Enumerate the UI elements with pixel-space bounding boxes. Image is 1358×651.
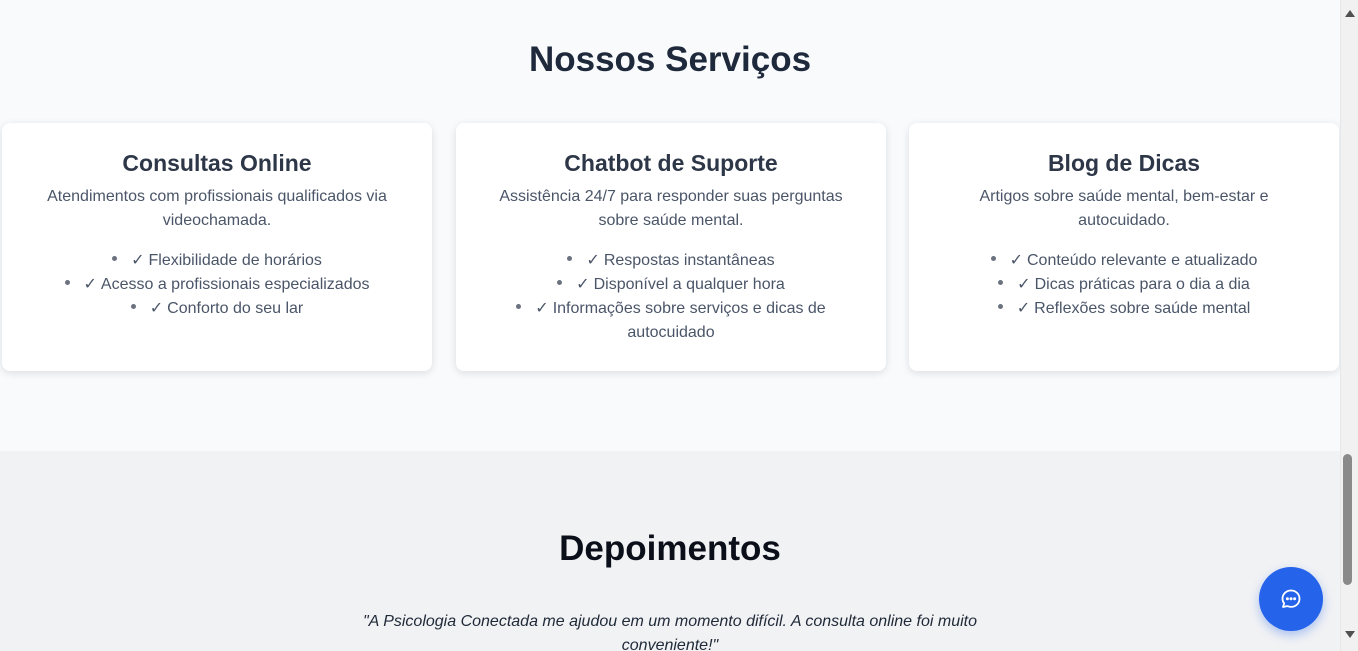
service-feature-item: ✓ Conforto do seu lar bbox=[38, 297, 396, 321]
check-icon: ✓ bbox=[131, 252, 145, 269]
check-icon: ✓ bbox=[586, 252, 600, 269]
service-card-description: Atendimentos com profissionais qualifica… bbox=[47, 188, 387, 229]
check-icon: ✓ bbox=[1017, 276, 1031, 293]
service-feature-item: ✓ Flexibilidade de horários bbox=[38, 249, 396, 273]
bullet-icon bbox=[998, 280, 1004, 286]
check-icon: ✓ bbox=[1016, 300, 1031, 317]
bullet-icon bbox=[997, 304, 1003, 310]
bullet-icon bbox=[130, 304, 136, 310]
bullet-icon bbox=[112, 256, 118, 262]
check-icon: ✓ bbox=[535, 300, 549, 317]
chat-button[interactable] bbox=[1259, 567, 1323, 631]
bullet-icon bbox=[557, 280, 563, 286]
bullet-icon bbox=[990, 256, 996, 262]
testimonial-quote: "A Psicologia Conectada me ajudou em um … bbox=[363, 613, 977, 651]
service-feature-item: ✓ Respostas instantâneas bbox=[492, 249, 850, 273]
bullet-icon bbox=[64, 280, 70, 286]
testimonials-title: Depoimentos bbox=[559, 529, 781, 568]
service-feature-list: ✓ Flexibilidade de horários ✓ Acesso a pro… bbox=[38, 249, 396, 321]
scroll-down-arrow-icon[interactable] bbox=[1345, 631, 1355, 638]
testimonials-section: Depoimentos "A Psicologia Conectada me a… bbox=[0, 451, 1340, 651]
service-feature-item: ✓ Reflexões sobre saúde mental bbox=[945, 297, 1303, 321]
bullet-icon bbox=[516, 304, 522, 310]
scrollbar-thumb[interactable] bbox=[1343, 454, 1352, 585]
page-viewport: Nossos Serviços Consultas Online Atendim… bbox=[0, 0, 1340, 651]
service-card-title: Consultas Online bbox=[122, 150, 312, 176]
service-card-title: Blog de Dicas bbox=[1047, 150, 1201, 176]
services-section: Nossos Serviços Consultas Online Atendim… bbox=[0, 0, 1340, 451]
scroll-up-arrow-icon[interactable] bbox=[1345, 10, 1355, 17]
bullet-icon bbox=[567, 256, 573, 262]
check-icon: ✓ bbox=[1009, 252, 1023, 269]
service-card-description: Assistência 24/7 para responder suas per… bbox=[499, 188, 843, 229]
services-title: Nossos Serviços bbox=[528, 40, 812, 79]
service-feature-item: ✓ Informações sobre serviços e dicas de a… bbox=[492, 297, 850, 345]
service-card-online-consultations: Consultas Online Atendimentos com profis… bbox=[2, 123, 432, 371]
service-card-chatbot: Chatbot de Suporte Assistência 24/7 para… bbox=[456, 123, 886, 371]
check-icon: ✓ bbox=[576, 276, 590, 293]
service-card-blog: Blog de Dicas Artigos sobre saúde mental… bbox=[909, 123, 1339, 371]
service-feature-item: ✓ Acesso a profissionais especializados bbox=[38, 273, 396, 297]
service-feature-item: ✓ Disponível a qualquer hora bbox=[492, 273, 850, 297]
chat-bubble-icon bbox=[1281, 589, 1301, 608]
service-feature-list: ✓ Conteúdo relevante e atualizado ✓ Dicas … bbox=[945, 249, 1303, 321]
vertical-scrollbar[interactable] bbox=[1340, 0, 1358, 651]
check-icon: ✓ bbox=[149, 300, 164, 317]
service-card-title: Chatbot de Suporte bbox=[564, 150, 778, 176]
service-feature-list: ✓ Respostas instantâneas ✓ Disponível a qu… bbox=[492, 249, 850, 345]
service-feature-item: ✓ Dicas práticas para o dia a dia bbox=[945, 273, 1303, 297]
service-feature-item: ✓ Conteúdo relevante e atualizado bbox=[945, 249, 1303, 273]
check-icon: ✓ bbox=[83, 276, 97, 293]
service-card-description: Artigos sobre saúde mental, bem-estar e … bbox=[979, 188, 1269, 229]
